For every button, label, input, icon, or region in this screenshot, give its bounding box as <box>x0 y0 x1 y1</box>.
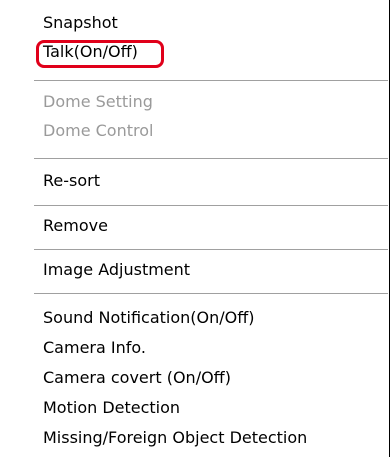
menu-item-talk-toggle[interactable]: Talk(On/Off) <box>43 42 138 64</box>
menu-item-camera-covert[interactable]: Camera covert (On/Off) <box>43 368 231 390</box>
menu-item-dome-setting: Dome Setting <box>43 92 153 111</box>
menu-separator <box>34 249 388 250</box>
menu-separator <box>34 158 388 159</box>
menu-separator <box>34 205 388 206</box>
menu-item-sound-notification[interactable]: Sound Notification(On/Off) <box>43 308 255 330</box>
menu-item-motion-detection[interactable]: Motion Detection <box>43 398 180 420</box>
menu-item-remove[interactable]: Remove <box>43 216 108 238</box>
context-menu: Snapshot Talk(On/Off) Dome Setting Dome … <box>0 0 390 457</box>
menu-separator <box>34 80 388 81</box>
menu-item-re-sort[interactable]: Re-sort <box>43 171 100 193</box>
menu-item-image-adjustment[interactable]: Image Adjustment <box>43 260 190 282</box>
menu-item-missing-foreign-object-detection[interactable]: Missing/Foreign Object Detection <box>43 428 307 450</box>
menu-item-snapshot[interactable]: Snapshot <box>43 13 118 35</box>
menu-item-dome-control: Dome Control <box>43 121 154 140</box>
menu-separator <box>34 293 388 294</box>
menu-item-camera-info[interactable]: Camera Info. <box>43 338 146 360</box>
